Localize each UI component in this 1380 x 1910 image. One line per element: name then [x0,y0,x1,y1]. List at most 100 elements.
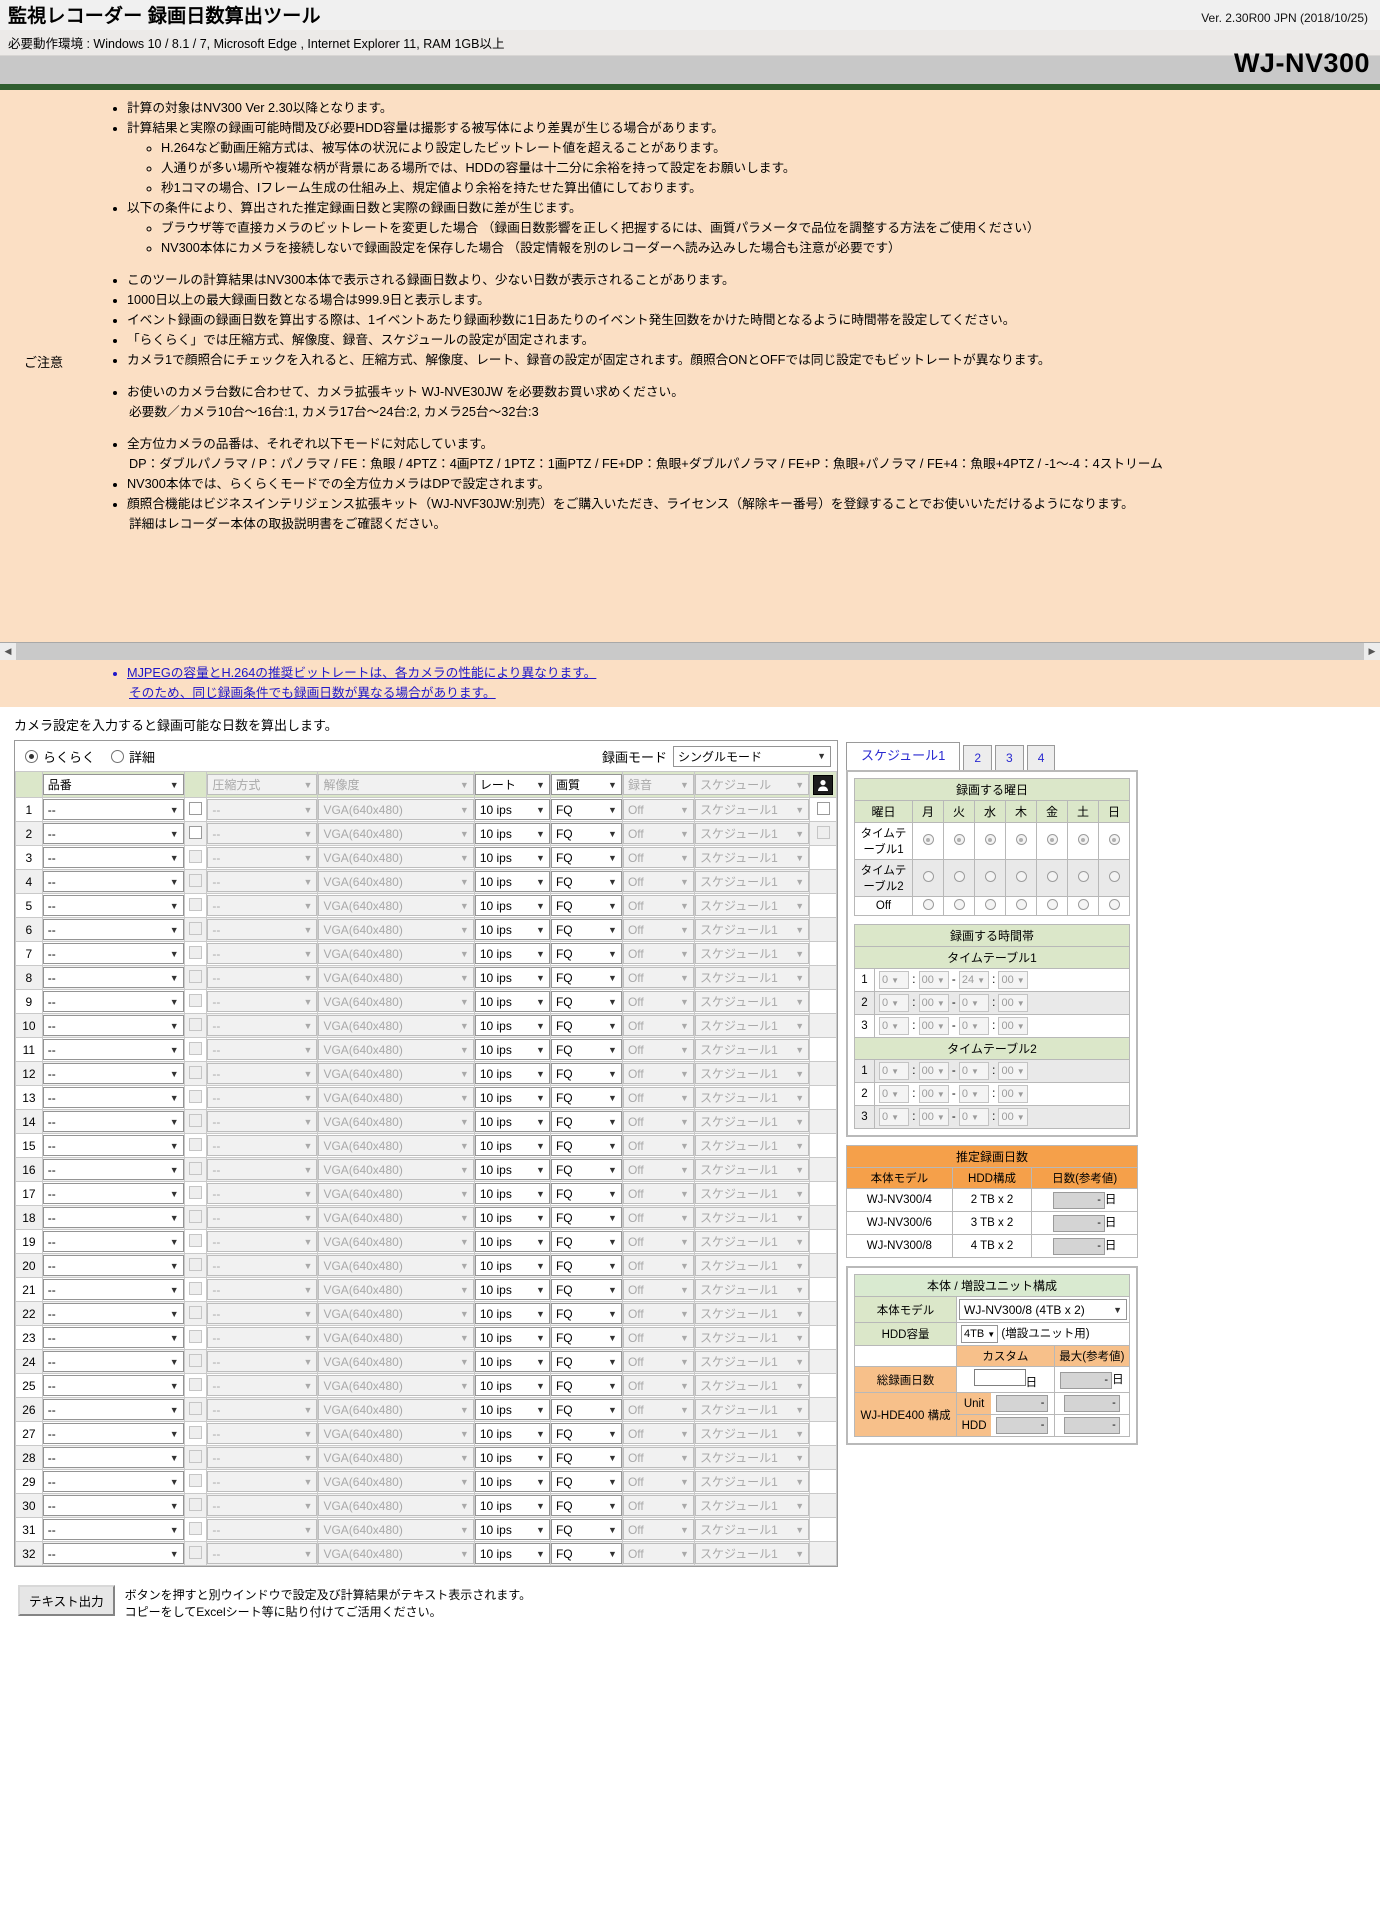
omni-checkbox[interactable] [189,1305,203,1319]
schedule-select[interactable]: スケジュール1 ▼ [694,1423,810,1444]
compression-select[interactable]: -- ▼ [207,1495,318,1516]
schedule-select[interactable]: スケジュール1 ▼ [694,1087,810,1108]
weekday-radio-cell[interactable] [1067,896,1099,916]
schedule-select[interactable]: スケジュール1 ▼ [694,1039,810,1060]
schedule-select[interactable]: スケジュール1 ▼ [694,823,810,844]
omni-checkbox[interactable] [189,801,203,815]
face-checkbox[interactable] [816,825,830,839]
quality-select[interactable]: FQ ▼ [550,1255,622,1276]
schedule-select[interactable]: スケジュール1 ▼ [694,943,810,964]
tab-schedule-1[interactable]: スケジュール1 [846,742,961,770]
weekday-radio-cell[interactable] [1067,822,1099,860]
weekday-radio-cell[interactable] [1036,822,1068,860]
omni-checkbox[interactable] [189,1233,203,1247]
compression-select[interactable]: -- ▼ [207,1351,318,1372]
schedule-select[interactable]: スケジュール1 ▼ [694,1351,810,1372]
quality-select[interactable]: FQ ▼ [550,943,622,964]
model-select[interactable]: -- ▼ [42,799,184,820]
audio-select[interactable]: Off ▼ [622,1351,694,1372]
tt1-to-hour-select[interactable]: 0 ▼ [958,1017,989,1035]
mode-radio-easy[interactable]: らくらく [25,747,95,766]
resolution-select[interactable]: VGA(640x480) ▼ [318,799,474,820]
model-select[interactable]: -- ▼ [42,967,184,988]
tt1-from-min-select[interactable]: 00 ▼ [918,994,949,1012]
model-select[interactable]: -- ▼ [42,1135,184,1156]
weekday-radio-cell[interactable] [1067,859,1099,897]
tt2-from-min-select[interactable]: 00 ▼ [918,1085,949,1103]
rate-select[interactable]: 10 ips ▼ [474,1471,550,1492]
audio-select[interactable]: Off ▼ [622,1399,694,1420]
model-select[interactable]: -- ▼ [42,919,184,940]
tt1-from-hour-select[interactable]: 0 ▼ [879,971,909,989]
tt2-from-min-select[interactable]: 00 ▼ [918,1062,949,1080]
rate-select[interactable]: 10 ips ▼ [474,1087,550,1108]
rate-select[interactable]: 10 ips ▼ [474,1015,550,1036]
omni-checkbox[interactable] [189,1065,203,1079]
audio-select[interactable]: Off ▼ [622,847,694,868]
weekday-radio-cell[interactable] [1098,822,1130,860]
radio-icon[interactable] [1077,899,1089,910]
resolution-select[interactable]: VGA(640x480) ▼ [318,1255,474,1276]
radio-detail-icon[interactable] [111,749,125,763]
radio-icon[interactable] [953,834,965,845]
radio-icon[interactable] [922,834,934,845]
model-select[interactable]: -- ▼ [42,1519,184,1540]
audio-select[interactable]: Off ▼ [622,1495,694,1516]
rate-select[interactable]: 10 ips ▼ [474,799,550,820]
compression-select[interactable]: -- ▼ [207,1543,318,1564]
compression-select[interactable]: -- ▼ [207,1207,318,1228]
quality-select[interactable]: FQ ▼ [550,1543,622,1564]
model-select[interactable]: -- ▼ [42,1375,184,1396]
radio-icon[interactable] [1077,834,1089,845]
omni-checkbox[interactable] [189,1089,203,1103]
tt2-to-min-select[interactable]: 00 ▼ [998,1062,1029,1080]
weekday-radio-cell[interactable] [1005,859,1037,897]
schedule-select[interactable]: スケジュール1 ▼ [694,1495,810,1516]
rate-select[interactable]: 10 ips ▼ [474,1279,550,1300]
quality-select[interactable]: FQ ▼ [550,1351,622,1372]
model-select[interactable]: -- ▼ [42,1231,184,1252]
mjpeg-note-line1[interactable]: MJPEGの容量とH.264の推奨ビットレートは、各カメラの性能により異なります… [127,666,596,680]
audio-select[interactable]: Off ▼ [622,1279,694,1300]
compression-select[interactable]: -- ▼ [207,1447,318,1468]
audio-select[interactable]: Off ▼ [622,1207,694,1228]
compression-select[interactable]: -- ▼ [207,919,318,940]
tt2-to-min-select[interactable]: 00 ▼ [998,1085,1029,1103]
tt2-from-min-select[interactable]: 00 ▼ [918,1108,949,1126]
omni-checkbox[interactable] [189,1185,203,1199]
quality-select[interactable]: FQ ▼ [550,967,622,988]
quality-select[interactable]: FQ ▼ [550,871,622,892]
rate-select[interactable]: 10 ips ▼ [474,1399,550,1420]
scroll-right-arrow-icon[interactable]: ▶ [1364,642,1380,660]
omni-checkbox[interactable] [189,993,203,1007]
resolution-select[interactable]: VGA(640x480) ▼ [318,895,474,916]
schedule-select[interactable]: スケジュール1 ▼ [694,895,810,916]
schedule-select[interactable]: スケジュール1 ▼ [694,871,810,892]
resolution-select[interactable]: VGA(640x480) ▼ [318,1519,474,1540]
weekday-radio-cell[interactable] [1036,859,1068,897]
model-select[interactable]: -- ▼ [42,1399,184,1420]
omni-checkbox[interactable] [189,1449,203,1463]
face-checkbox[interactable] [816,801,830,815]
tt2-to-hour-select[interactable]: 0 ▼ [958,1085,989,1103]
resolution-select[interactable]: VGA(640x480) ▼ [318,919,474,940]
resolution-select[interactable]: VGA(640x480) ▼ [318,847,474,868]
model-select[interactable]: -- ▼ [42,1039,184,1060]
tt2-to-min-select[interactable]: 00 ▼ [998,1108,1029,1126]
rate-select[interactable]: 10 ips ▼ [474,1159,550,1180]
weekday-radio-cell[interactable] [912,822,944,860]
radio-icon[interactable] [984,899,996,910]
rate-select[interactable]: 10 ips ▼ [474,943,550,964]
rate-select[interactable]: 10 ips ▼ [474,1255,550,1276]
model-select[interactable]: -- ▼ [42,1255,184,1276]
compression-select[interactable]: -- ▼ [207,1327,318,1348]
resolution-select[interactable]: VGA(640x480) ▼ [318,1087,474,1108]
radio-icon[interactable] [1046,871,1058,882]
schedule-select[interactable]: スケジュール1 ▼ [694,1111,810,1132]
omni-checkbox[interactable] [189,873,203,887]
compression-select[interactable]: -- ▼ [207,1423,318,1444]
model-select[interactable]: -- ▼ [42,1183,184,1204]
header-audio-select[interactable]: 録音 ▼ [622,774,694,795]
weekday-radio-cell[interactable] [974,896,1006,916]
quality-select[interactable]: FQ ▼ [550,1495,622,1516]
